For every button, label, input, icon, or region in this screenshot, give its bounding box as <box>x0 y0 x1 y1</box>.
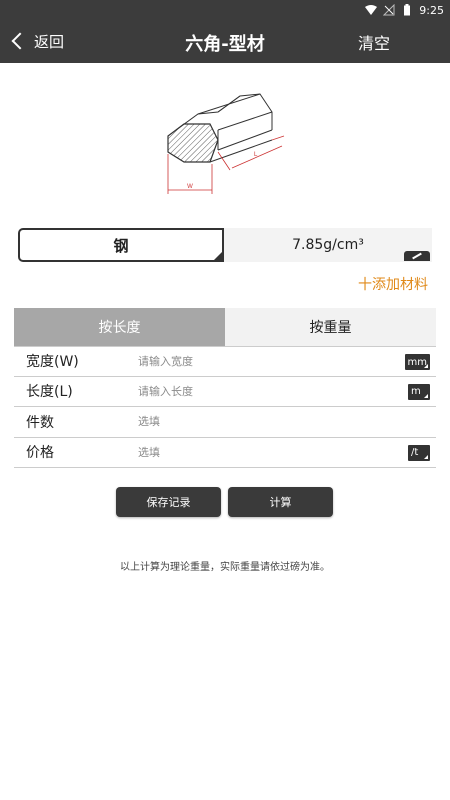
width-label: 宽度(W) <box>26 354 79 371</box>
material-density: 7.85g/cm³ <box>292 237 364 253</box>
width-unit-select[interactable]: mm <box>404 354 430 370</box>
save-record-button[interactable]: 保存记录 <box>116 487 221 517</box>
length-label: 长度(L) <box>26 384 73 401</box>
tab-by-weight[interactable]: 按重量 <box>225 308 436 346</box>
length-row: 长度(L) m <box>14 377 436 407</box>
status-time: 9:25 <box>419 3 444 17</box>
status-bar: 9:25 <box>365 0 444 20</box>
material-selector: 钢 7.85g/cm³ <box>18 228 432 262</box>
edit-icon[interactable] <box>404 251 430 261</box>
top-bar: 9:25 返回 六角-型材 清空 <box>0 0 450 63</box>
w-label: W <box>187 184 193 190</box>
hexagon-bar-illustration: W L <box>167 93 285 194</box>
quantity-input[interactable] <box>138 415 378 429</box>
price-label: 价格 <box>26 445 54 462</box>
price-unit-select[interactable]: /t <box>408 444 430 461</box>
add-material-link[interactable]: 十添加材料 <box>358 274 428 294</box>
length-input[interactable] <box>138 384 378 398</box>
calc-mode-tabs: 按长度 按重量 <box>14 308 436 346</box>
quantity-row: 件数 <box>14 407 436 438</box>
dropdown-corner-icon <box>214 252 222 260</box>
disclaimer-note: 以上计算为理论重量，实际重量请依过磅为准。 <box>120 562 330 573</box>
material-density-field[interactable]: 7.85g/cm³ <box>224 228 432 262</box>
price-row: 价格 /t <box>14 438 436 468</box>
tab-by-length[interactable]: 按长度 <box>14 308 225 346</box>
price-input[interactable] <box>138 445 378 459</box>
signal-off-icon <box>383 4 395 16</box>
quantity-label: 件数 <box>26 414 54 431</box>
length-unit-select[interactable]: m <box>408 383 430 400</box>
wifi-icon <box>365 4 378 16</box>
battery-icon <box>401 4 413 16</box>
input-form: 宽度(W) mm 长度(L) m 件数 价格 /t <box>14 346 436 468</box>
width-input[interactable] <box>138 354 378 368</box>
clear-button[interactable]: 清空 <box>358 30 390 54</box>
width-row: 宽度(W) mm <box>14 346 436 377</box>
material-name-button[interactable]: 钢 <box>18 228 224 262</box>
calculate-button[interactable]: 计算 <box>228 487 333 517</box>
material-name: 钢 <box>113 236 129 255</box>
